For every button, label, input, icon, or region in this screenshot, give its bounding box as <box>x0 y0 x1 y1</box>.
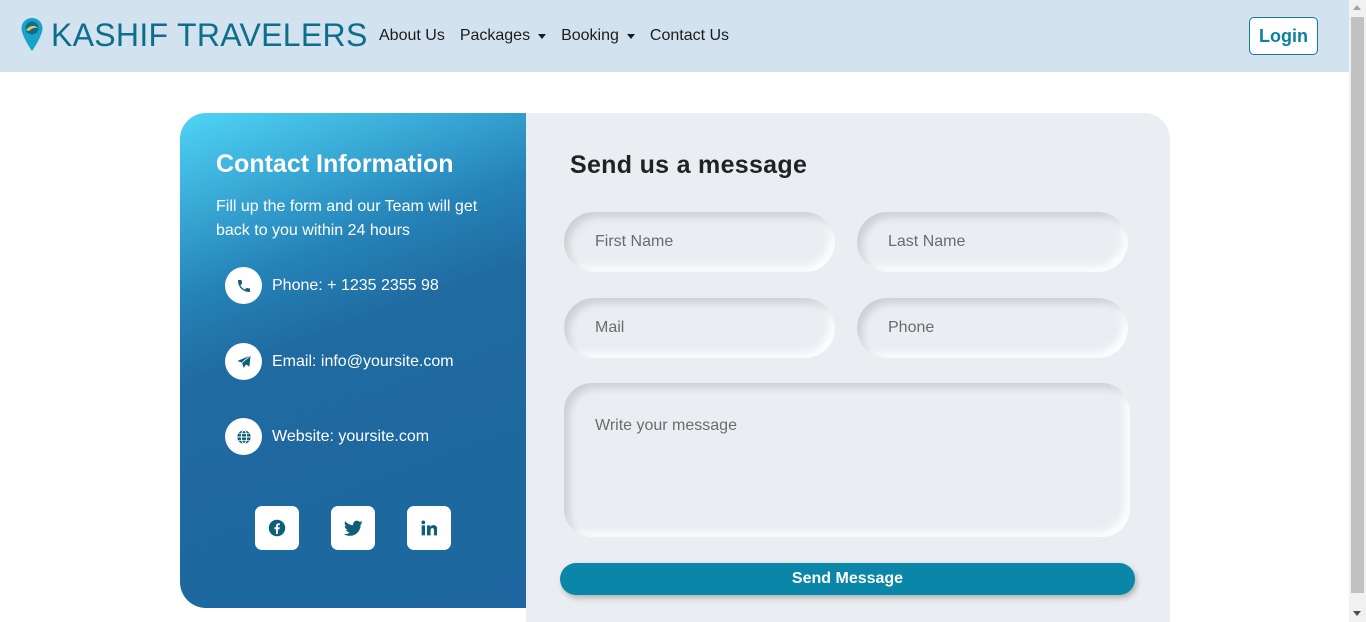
brand-name: KASHIF TRAVELERS <box>51 17 368 53</box>
email-row: Email: info@yoursite.com <box>225 343 454 380</box>
linkedin-icon <box>421 520 437 536</box>
contact-info-description: Fill up the form and our Team will get b… <box>216 198 478 239</box>
mail-input[interactable] <box>564 298 835 358</box>
message-form-panel: Send us a message Send Message <box>526 113 1170 622</box>
map-pin-icon <box>21 18 43 51</box>
nav-booking-dropdown[interactable]: Booking <box>561 26 635 46</box>
globe-icon <box>225 418 262 455</box>
phone-text: Phone: + 1235 2355 98 <box>272 276 439 294</box>
nav-about-us-label: About Us <box>379 27 445 44</box>
twitter-button[interactable] <box>331 506 375 550</box>
first-name-input[interactable] <box>564 212 835 272</box>
scroll-down-arrow-icon[interactable] <box>1353 611 1361 616</box>
caret-down-icon <box>626 34 635 39</box>
caret-down-icon <box>538 34 547 39</box>
scrollbar-thumb[interactable] <box>1351 17 1364 593</box>
nav-contact-us[interactable]: Contact Us <box>650 26 729 46</box>
twitter-icon <box>343 520 363 536</box>
facebook-button[interactable] <box>255 506 299 550</box>
login-button[interactable]: Login <box>1249 17 1318 55</box>
contact-info-title: Contact Information <box>216 150 454 178</box>
facebook-icon <box>268 519 286 537</box>
nav-packages-dropdown[interactable]: Packages <box>459 26 547 46</box>
form-title: Send us a message <box>570 151 808 179</box>
paper-plane-icon <box>225 343 262 380</box>
nav-booking-label: Booking <box>561 27 619 44</box>
contact-card: Contact Information Fill up the form and… <box>180 113 1170 622</box>
nav-links: About Us Packages Booking Contact Us <box>379 26 744 46</box>
send-message-button[interactable]: Send Message <box>560 563 1135 595</box>
phone-icon <box>225 267 262 304</box>
nav-contact-us-label: Contact Us <box>649 27 730 44</box>
phone-row: Phone: + 1235 2355 98 <box>225 267 439 304</box>
navbar: KASHIF TRAVELERS About Us Packages Booki… <box>0 0 1349 72</box>
nav-about-us[interactable]: About Us <box>379 26 445 46</box>
brand[interactable]: KASHIF TRAVELERS <box>20 17 368 53</box>
linkedin-button[interactable] <box>407 506 451 550</box>
website-text: Website: yoursite.com <box>272 427 430 445</box>
message-textarea[interactable] <box>564 383 1130 537</box>
scroll-up-arrow-icon[interactable] <box>1353 5 1361 10</box>
contact-info-panel: Contact Information Fill up the form and… <box>180 113 526 608</box>
email-text: Email: info@yoursite.com <box>272 352 454 370</box>
phone-input[interactable] <box>857 298 1128 358</box>
website-row: Website: yoursite.com <box>225 418 429 455</box>
nav-packages-label: Packages <box>459 27 531 44</box>
last-name-input[interactable] <box>857 212 1128 272</box>
vertical-scrollbar[interactable] <box>1349 0 1366 622</box>
